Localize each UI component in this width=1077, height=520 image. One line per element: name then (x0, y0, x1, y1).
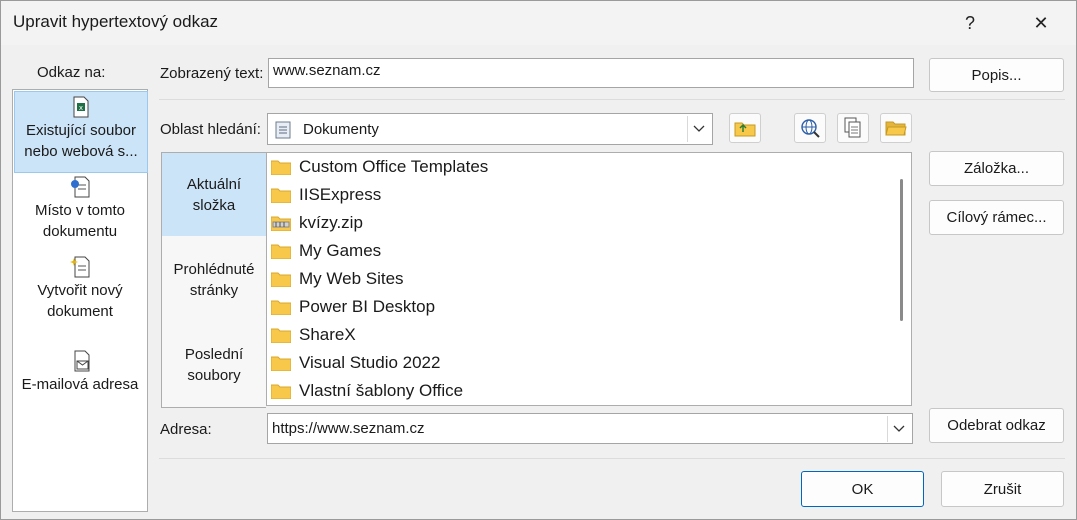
link-type-panel: x Existující soubor nebo webová s... Mís… (12, 89, 148, 512)
help-button[interactable]: ? (947, 5, 993, 41)
folder-icon (271, 244, 291, 259)
current-folder-tab[interactable]: Aktuální složka (162, 153, 266, 236)
browse-category-panel: Aktuální složka Prohlédnuté stránky Posl… (161, 152, 266, 408)
file-name: My Games (299, 241, 382, 260)
nav-new-document[interactable]: Vytvořit nový dokument (14, 256, 146, 322)
close-button[interactable]: ✕ (1018, 5, 1064, 41)
bookmark-button[interactable]: Záložka... (929, 151, 1064, 186)
title-bar: Upravit hypertextový odkaz ? ✕ (1, 1, 1076, 45)
nav-email-address[interactable]: E-mailová adresa (14, 350, 146, 400)
folder-icon (271, 384, 291, 399)
display-text-label: Zobrazený text: (160, 65, 264, 82)
cancel-button[interactable]: Zrušit (941, 471, 1064, 507)
file-name: Custom Office Templates (299, 157, 489, 176)
address-value: https://www.seznam.cz (272, 420, 425, 437)
nav-place-in-document[interactable]: Místo v tomto dokumentu (14, 176, 146, 242)
list-item[interactable]: IISExpress (271, 182, 381, 208)
nav-existing-file-line1: Existující soubor (25, 122, 137, 139)
browse-file-icon[interactable] (837, 113, 869, 143)
list-item[interactable]: Visual Studio 2022 (271, 350, 440, 376)
folder-icon (271, 328, 291, 343)
browsed-pages-tab[interactable]: Prohlédnuté stránky (162, 259, 266, 301)
zip-icon (271, 216, 291, 231)
nav-new-doc-line2: dokument (47, 303, 113, 320)
separator (159, 99, 1065, 100)
open-folder-icon[interactable] (880, 113, 912, 143)
up-folder-icon[interactable] (729, 113, 761, 143)
nav-new-doc-line1: Vytvořit nový (37, 282, 123, 299)
nav-existing-file-line2: nebo webová s... (24, 143, 138, 160)
hyperlink-dialog: Upravit hypertextový odkaz ? ✕ Odkaz na:… (0, 0, 1077, 520)
address-combo[interactable]: https://www.seznam.cz (267, 413, 913, 444)
list-item[interactable]: kvízy.zip (271, 210, 363, 236)
file-name: My Web Sites (299, 269, 404, 288)
dialog-title: Upravit hypertextový odkaz (13, 12, 219, 31)
svg-text:x: x (79, 104, 83, 112)
file-name: Vlastní šablony Office (299, 381, 464, 400)
documents-icon (275, 121, 291, 139)
folder-icon (271, 160, 291, 175)
file-name: Visual Studio 2022 (299, 353, 441, 372)
recent-files-line1: Poslední (184, 346, 244, 363)
new-document-icon (70, 256, 90, 278)
file-name: Power BI Desktop (299, 297, 436, 316)
list-item[interactable]: My Games (271, 238, 381, 264)
existing-file-icon: x (73, 96, 89, 118)
recent-files-tab[interactable]: Poslední soubory (162, 344, 266, 386)
nav-place-line1: Místo v tomto (34, 202, 126, 219)
folder-icon (271, 188, 291, 203)
separator (159, 458, 1065, 459)
file-name: kvízy.zip (299, 213, 363, 232)
list-item[interactable]: My Web Sites (271, 266, 404, 292)
target-frame-button[interactable]: Cílový rámec... (929, 200, 1064, 235)
place-in-document-icon (71, 176, 90, 198)
ok-button[interactable]: OK (801, 471, 924, 507)
list-item[interactable]: ShareX (271, 322, 356, 348)
look-in-label: Oblast hledání: (160, 121, 261, 138)
list-item[interactable]: Vlastní šablony Office (271, 378, 463, 404)
browsed-pages-line2: stránky (189, 282, 239, 299)
look-in-combo[interactable]: Dokumenty (267, 113, 713, 145)
browse-web-icon[interactable] (794, 113, 826, 143)
current-folder-line2: složka (192, 197, 236, 214)
browsed-pages-line1: Prohlédnuté (173, 261, 255, 278)
file-name: IISExpress (299, 185, 382, 204)
file-list[interactable]: Custom Office Templates IISExpress kvízy… (266, 152, 912, 406)
list-item[interactable]: Custom Office Templates (271, 154, 488, 180)
screentip-button[interactable]: Popis... (929, 58, 1064, 92)
recent-files-line2: soubory (187, 367, 241, 384)
email-icon (74, 350, 90, 372)
file-name: ShareX (299, 325, 356, 344)
link-to-label: Odkaz na: (37, 64, 106, 81)
folder-icon (271, 300, 291, 315)
nav-place-line2: dokumentu (42, 223, 118, 240)
look-in-value: Dokumenty (303, 121, 379, 138)
nav-existing-file[interactable]: x Existující soubor nebo webová s... (14, 91, 148, 173)
address-label: Adresa: (160, 421, 212, 438)
display-text-input[interactable]: www.seznam.cz (268, 58, 914, 88)
folder-icon (271, 272, 291, 287)
current-folder-line1: Aktuální (186, 176, 242, 193)
remove-link-button[interactable]: Odebrat odkaz (929, 408, 1064, 443)
chevron-down-icon[interactable] (887, 416, 910, 442)
folder-icon (271, 356, 291, 371)
chevron-down-icon[interactable] (687, 116, 710, 142)
scrollbar-thumb[interactable] (900, 179, 903, 321)
nav-email-line1: E-mailová adresa (21, 376, 139, 393)
list-item[interactable]: Power BI Desktop (271, 294, 435, 320)
